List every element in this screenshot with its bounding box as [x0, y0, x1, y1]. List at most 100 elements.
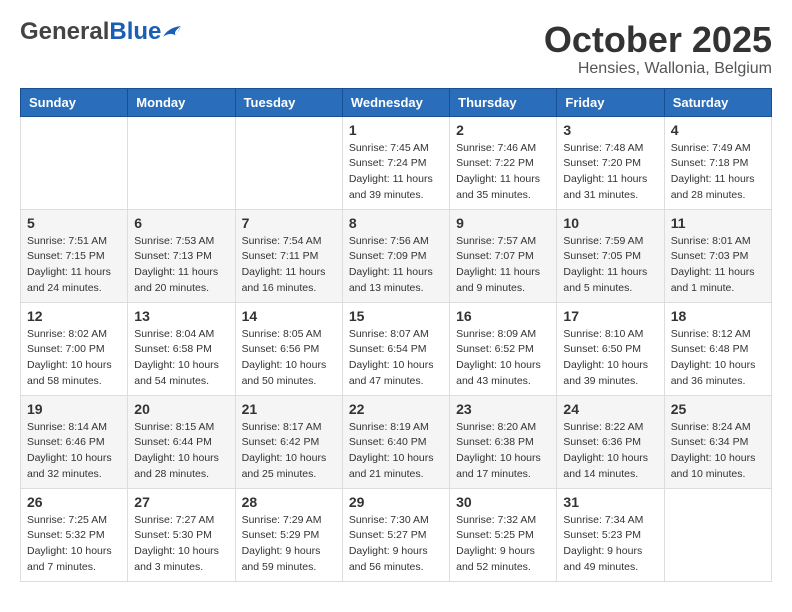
day-number: 19: [27, 401, 121, 417]
day-info: Sunrise: 8:19 AM Sunset: 6:40 PM Dayligh…: [349, 420, 443, 483]
day-header-monday: Monday: [128, 88, 235, 116]
calendar-cell: 26 Sunrise: 7:25 AM Sunset: 5:32 PM Dayli…: [21, 488, 128, 581]
calendar-week-5: 26 Sunrise: 7:25 AM Sunset: 5:32 PM Dayli…: [21, 488, 772, 581]
calendar-table: SundayMondayTuesdayWednesdayThursdayFrid…: [20, 88, 772, 582]
calendar-cell: 18 Sunrise: 8:12 AM Sunset: 6:48 PM Dayli…: [664, 302, 771, 395]
day-number: 14: [242, 308, 336, 324]
calendar-cell: 2 Sunrise: 7:46 AM Sunset: 7:22 PM Daylig…: [450, 116, 557, 209]
calendar-cell: 19 Sunrise: 8:14 AM Sunset: 6:46 PM Dayli…: [21, 395, 128, 488]
day-number: 27: [134, 494, 228, 510]
day-number: 16: [456, 308, 550, 324]
calendar-cell: 11Sunrise: 8:01 AM Sunset: 7:03 PM Dayli…: [664, 209, 771, 302]
calendar-week-2: 5 Sunrise: 7:51 AM Sunset: 7:15 PM Daylig…: [21, 209, 772, 302]
day-number: 29: [349, 494, 443, 510]
calendar-cell: 17 Sunrise: 8:10 AM Sunset: 6:50 PM Dayli…: [557, 302, 664, 395]
calendar-cell: 10 Sunrise: 7:59 AM Sunset: 7:05 PM Dayli…: [557, 209, 664, 302]
calendar-cell: 4Sunrise: 7:49 AM Sunset: 7:18 PM Daylig…: [664, 116, 771, 209]
day-number: 18: [671, 308, 765, 324]
calendar-cell: 13 Sunrise: 8:04 AM Sunset: 6:58 PM Dayli…: [128, 302, 235, 395]
calendar-cell: 8Sunrise: 7:56 AM Sunset: 7:09 PM Daylig…: [342, 209, 449, 302]
day-number: 21: [242, 401, 336, 417]
day-number: 13: [134, 308, 228, 324]
day-info: Sunrise: 7:48 AM Sunset: 7:20 PM Dayligh…: [563, 141, 657, 204]
day-header-thursday: Thursday: [450, 88, 557, 116]
day-info: Sunrise: 7:49 AM Sunset: 7:18 PM Dayligh…: [671, 141, 765, 204]
title-block: October 2025 Hensies, Wallonia, Belgium: [544, 20, 772, 78]
day-info: Sunrise: 7:53 AM Sunset: 7:13 PM Dayligh…: [134, 234, 228, 297]
day-header-tuesday: Tuesday: [235, 88, 342, 116]
day-info: Sunrise: 7:34 AM Sunset: 5:23 PM Dayligh…: [563, 513, 657, 576]
day-info: Sunrise: 8:15 AM Sunset: 6:44 PM Dayligh…: [134, 420, 228, 483]
day-number: 10: [563, 215, 657, 231]
day-info: Sunrise: 8:10 AM Sunset: 6:50 PM Dayligh…: [563, 327, 657, 390]
day-info: Sunrise: 7:30 AM Sunset: 5:27 PM Dayligh…: [349, 513, 443, 576]
calendar-cell: 28Sunrise: 7:29 AM Sunset: 5:29 PM Dayli…: [235, 488, 342, 581]
logo-bird-icon: [162, 24, 182, 40]
calendar-cell: 23 Sunrise: 8:20 AM Sunset: 6:38 PM Dayli…: [450, 395, 557, 488]
calendar-cell: [128, 116, 235, 209]
calendar-cell: 25Sunrise: 8:24 AM Sunset: 6:34 PM Dayli…: [664, 395, 771, 488]
day-info: Sunrise: 8:20 AM Sunset: 6:38 PM Dayligh…: [456, 420, 550, 483]
calendar-cell: 30Sunrise: 7:32 AM Sunset: 5:25 PM Dayli…: [450, 488, 557, 581]
day-number: 22: [349, 401, 443, 417]
day-info: Sunrise: 7:46 AM Sunset: 7:22 PM Dayligh…: [456, 141, 550, 204]
day-info: Sunrise: 7:32 AM Sunset: 5:25 PM Dayligh…: [456, 513, 550, 576]
calendar-cell: 5 Sunrise: 7:51 AM Sunset: 7:15 PM Daylig…: [21, 209, 128, 302]
day-number: 2: [456, 122, 550, 138]
day-number: 1: [349, 122, 443, 138]
day-header-sunday: Sunday: [21, 88, 128, 116]
day-number: 6: [134, 215, 228, 231]
logo-blue-text: Blue: [109, 18, 161, 45]
day-number: 31: [563, 494, 657, 510]
calendar-cell: 21 Sunrise: 8:17 AM Sunset: 6:42 PM Dayli…: [235, 395, 342, 488]
calendar-cell: [664, 488, 771, 581]
calendar-cell: 20 Sunrise: 8:15 AM Sunset: 6:44 PM Dayli…: [128, 395, 235, 488]
day-info: Sunrise: 8:12 AM Sunset: 6:48 PM Dayligh…: [671, 327, 765, 390]
page-header: GeneralBlue October 2025 Hensies, Wallon…: [20, 20, 772, 78]
day-number: 26: [27, 494, 121, 510]
day-number: 7: [242, 215, 336, 231]
calendar-cell: 1 Sunrise: 7:45 AM Sunset: 7:24 PM Daylig…: [342, 116, 449, 209]
location-subtitle: Hensies, Wallonia, Belgium: [544, 60, 772, 78]
day-number: 12: [27, 308, 121, 324]
day-info: Sunrise: 7:45 AM Sunset: 7:24 PM Dayligh…: [349, 141, 443, 204]
day-number: 20: [134, 401, 228, 417]
calendar-cell: 16 Sunrise: 8:09 AM Sunset: 6:52 PM Dayli…: [450, 302, 557, 395]
day-info: Sunrise: 7:56 AM Sunset: 7:09 PM Dayligh…: [349, 234, 443, 297]
calendar-week-3: 12Sunrise: 8:02 AM Sunset: 7:00 PM Dayli…: [21, 302, 772, 395]
day-info: Sunrise: 8:09 AM Sunset: 6:52 PM Dayligh…: [456, 327, 550, 390]
calendar-cell: 24Sunrise: 8:22 AM Sunset: 6:36 PM Dayli…: [557, 395, 664, 488]
day-info: Sunrise: 8:14 AM Sunset: 6:46 PM Dayligh…: [27, 420, 121, 483]
day-number: 5: [27, 215, 121, 231]
day-info: Sunrise: 7:51 AM Sunset: 7:15 PM Dayligh…: [27, 234, 121, 297]
calendar-cell: [235, 116, 342, 209]
day-info: Sunrise: 8:17 AM Sunset: 6:42 PM Dayligh…: [242, 420, 336, 483]
day-info: Sunrise: 8:05 AM Sunset: 6:56 PM Dayligh…: [242, 327, 336, 390]
calendar-week-4: 19 Sunrise: 8:14 AM Sunset: 6:46 PM Dayli…: [21, 395, 772, 488]
month-title: October 2025: [544, 20, 772, 60]
calendar-header-row: SundayMondayTuesdayWednesdayThursdayFrid…: [21, 88, 772, 116]
calendar-cell: 31 Sunrise: 7:34 AM Sunset: 5:23 PM Dayli…: [557, 488, 664, 581]
day-info: Sunrise: 7:25 AM Sunset: 5:32 PM Dayligh…: [27, 513, 121, 576]
logo: GeneralBlue: [20, 20, 182, 44]
day-info: Sunrise: 7:59 AM Sunset: 7:05 PM Dayligh…: [563, 234, 657, 297]
calendar-cell: [21, 116, 128, 209]
calendar-cell: 12Sunrise: 8:02 AM Sunset: 7:00 PM Dayli…: [21, 302, 128, 395]
day-info: Sunrise: 8:04 AM Sunset: 6:58 PM Dayligh…: [134, 327, 228, 390]
day-number: 17: [563, 308, 657, 324]
day-number: 24: [563, 401, 657, 417]
day-header-saturday: Saturday: [664, 88, 771, 116]
day-info: Sunrise: 8:07 AM Sunset: 6:54 PM Dayligh…: [349, 327, 443, 390]
calendar-cell: 22 Sunrise: 8:19 AM Sunset: 6:40 PM Dayli…: [342, 395, 449, 488]
logo-general-text: General: [20, 18, 109, 45]
day-number: 28: [242, 494, 336, 510]
day-info: Sunrise: 7:57 AM Sunset: 7:07 PM Dayligh…: [456, 234, 550, 297]
day-number: 15: [349, 308, 443, 324]
calendar-cell: 27 Sunrise: 7:27 AM Sunset: 5:30 PM Dayli…: [128, 488, 235, 581]
day-number: 9: [456, 215, 550, 231]
day-header-friday: Friday: [557, 88, 664, 116]
day-info: Sunrise: 7:27 AM Sunset: 5:30 PM Dayligh…: [134, 513, 228, 576]
day-info: Sunrise: 8:24 AM Sunset: 6:34 PM Dayligh…: [671, 420, 765, 483]
day-info: Sunrise: 7:54 AM Sunset: 7:11 PM Dayligh…: [242, 234, 336, 297]
day-number: 23: [456, 401, 550, 417]
